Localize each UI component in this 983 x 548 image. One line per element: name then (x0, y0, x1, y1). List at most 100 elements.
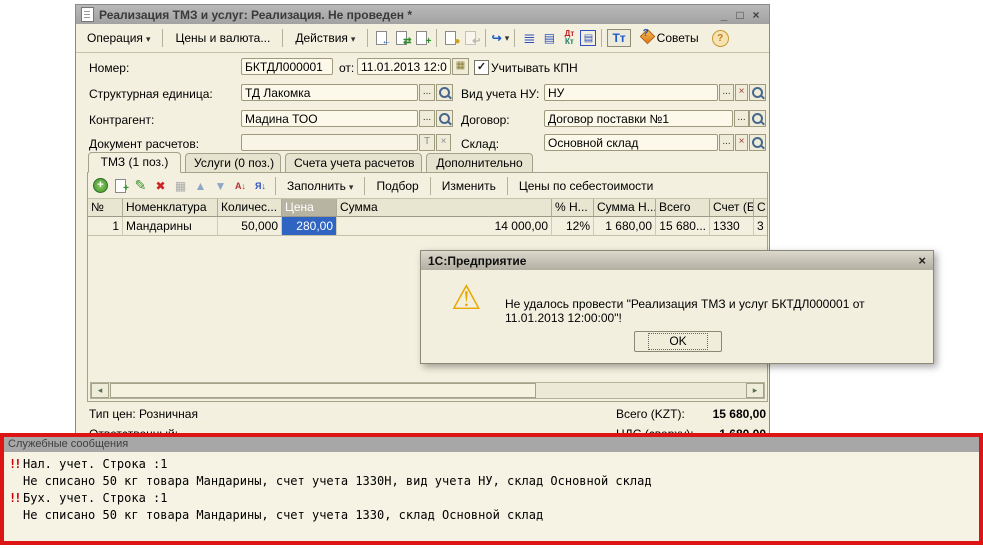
cost-prices-button[interactable]: Цены по себестоимости (514, 176, 658, 196)
message-line[interactable]: Не списано 50 кг товара Мандарины, счет … (4, 507, 979, 524)
sort-ascending-icon[interactable]: А↓ (232, 177, 249, 194)
create-based-on-icon[interactable]: ↪▾ (491, 29, 509, 47)
delete-row-icon[interactable]: ✖ (152, 177, 169, 194)
edit-row-icon[interactable]: ✎ (132, 177, 149, 194)
tab-services[interactable]: Услуги (0 поз.) (185, 153, 281, 174)
column-header-nomenclature[interactable]: Номенклатура (123, 199, 218, 217)
cell-nomenclature[interactable]: Мандарины (123, 217, 218, 236)
message-line[interactable]: !!Бух. учет. Строка :1 (4, 490, 979, 507)
document-movements-icon[interactable]: ≣ (520, 29, 538, 47)
kpn-label: Учитывать КПН (491, 61, 578, 75)
warehouse-input[interactable] (544, 134, 718, 151)
report-icon[interactable]: ▤ (580, 30, 596, 46)
total-value: 15 680,00 (636, 407, 766, 421)
settlement-doc-input[interactable] (241, 134, 418, 151)
copy-row-icon[interactable]: + (112, 177, 129, 194)
close-button[interactable]: × (748, 8, 764, 22)
dialog-close-icon[interactable]: × (918, 253, 926, 268)
sort-descending-icon[interactable]: Я↓ (252, 177, 269, 194)
warehouse-clear-button[interactable]: × (735, 134, 748, 151)
warehouse-open-button[interactable] (749, 134, 766, 151)
cell-vat-sum[interactable]: 1 680,00 (594, 217, 656, 236)
nu-account-input[interactable] (544, 84, 718, 101)
prices-currency-button[interactable]: Цены и валюта... (168, 27, 277, 49)
cell-extra[interactable]: 3 (754, 217, 768, 236)
settlement-doc-clear-button[interactable]: × (436, 134, 451, 151)
column-header-total[interactable]: Всего (656, 199, 710, 217)
write-icon[interactable]: ← (373, 29, 391, 47)
move-down-icon[interactable]: ▼ (212, 177, 229, 194)
contract-open-button[interactable] (749, 110, 766, 127)
tab-additional[interactable]: Дополнительно (426, 153, 533, 174)
text-edit-toggle-button[interactable]: Тт (607, 29, 630, 47)
ok-button[interactable]: OK (634, 331, 722, 352)
structure-settings-icon[interactable]: ▤ (540, 29, 558, 47)
kpn-checkbox[interactable]: ✓ (474, 60, 489, 75)
contractor-open-button[interactable] (436, 110, 453, 127)
cell-quantity[interactable]: 50,000 (218, 217, 282, 236)
cell-account[interactable]: 1330 (710, 217, 754, 236)
scroll-right-icon[interactable]: ▸ (746, 383, 764, 398)
actions-menu-button[interactable]: Действия▾ (288, 27, 362, 49)
column-header-extra[interactable]: С (754, 199, 768, 217)
scroll-left-icon[interactable]: ◂ (91, 383, 109, 398)
pick-button[interactable]: Подбор (371, 176, 423, 196)
maximize-button[interactable]: □ (732, 8, 748, 22)
minimize-button[interactable]: _ (716, 8, 732, 22)
structural-unit-open-button[interactable] (436, 84, 453, 101)
message-line[interactable]: !!Нал. учет. Строка :1 (4, 456, 979, 473)
settlement-doc-type-button[interactable]: Т (419, 134, 435, 151)
column-header-sum[interactable]: Сумма (337, 199, 552, 217)
move-up-icon[interactable]: ▲ (192, 177, 209, 194)
dialog-titlebar[interactable]: 1С:Предприятие × (421, 251, 933, 270)
copy-icon[interactable]: + (413, 29, 431, 47)
cell-total[interactable]: 15 680... (656, 217, 710, 236)
operation-menu-button[interactable]: Операция▾ (80, 27, 157, 49)
message-line[interactable]: Не списано 50 кг товара Мандарины, счет … (4, 473, 979, 490)
column-header-vat-sum[interactable]: Сумма Н... (594, 199, 656, 217)
contract-select-button[interactable]: ... (734, 110, 749, 127)
tab-settlement-accounts[interactable]: Счета учета расчетов (285, 153, 422, 174)
structural-unit-input[interactable] (241, 84, 418, 101)
nu-clear-button[interactable]: × (735, 84, 748, 101)
dtkt-postings-icon[interactable]: ДтКт (560, 29, 578, 47)
number-label: Номер: (89, 61, 129, 75)
nu-open-button[interactable] (749, 84, 766, 101)
column-header-price[interactable]: Цена (282, 199, 337, 217)
contractor-select-button[interactable]: ... (419, 110, 435, 127)
cell-sum[interactable]: 14 000,00 (337, 217, 552, 236)
calendar-button[interactable]: ▦ (452, 58, 469, 75)
contract-input[interactable] (544, 110, 733, 127)
help-icon[interactable]: ? (712, 30, 729, 47)
toolbar-separator (436, 29, 437, 47)
structural-unit-select-button[interactable]: ... (419, 84, 435, 101)
number-input[interactable] (241, 58, 333, 75)
horizontal-scrollbar[interactable]: ◂ ▸ (90, 382, 765, 399)
column-header-quantity[interactable]: Количес... (218, 199, 282, 217)
warehouse-select-button[interactable]: ... (719, 134, 734, 151)
chevron-down-icon: ▾ (505, 33, 510, 44)
magnifier-icon (752, 113, 763, 124)
contractor-input[interactable] (241, 110, 418, 127)
column-header-vat-pct[interactable]: % Н... (552, 199, 594, 217)
cell-vat-pct[interactable]: 12% (552, 217, 594, 236)
change-button[interactable]: Изменить (437, 176, 501, 196)
chevron-down-icon: ▾ (349, 182, 354, 192)
advices-button[interactable]: ?Советы (633, 27, 706, 49)
column-header-num[interactable]: № (88, 199, 123, 217)
fill-menu-button[interactable]: Заполнить▾ (282, 176, 358, 196)
add-row-icon[interactable]: + (92, 177, 109, 194)
toolbar-separator (367, 29, 368, 47)
cell-price-selected[interactable]: 280,00 (282, 217, 337, 236)
tab-tmz[interactable]: ТМЗ (1 поз.) (88, 152, 181, 173)
cell-num[interactable]: 1 (88, 217, 123, 236)
window-titlebar[interactable]: Реализация ТМЗ и услуг: Реализация. Не п… (76, 5, 769, 24)
question-mark-icon: ? (643, 28, 649, 39)
table-row[interactable]: 1 Мандарины 50,000 280,00 14 000,00 12% … (88, 217, 768, 236)
post-movements-icon[interactable]: ● (442, 29, 460, 47)
nu-select-button[interactable]: ... (719, 84, 734, 101)
column-header-account[interactable]: Счет (БУ) (710, 199, 754, 217)
date-input[interactable] (357, 58, 451, 75)
scrollbar-thumb[interactable] (110, 383, 536, 398)
post-document-icon[interactable]: ⇄ (393, 29, 411, 47)
